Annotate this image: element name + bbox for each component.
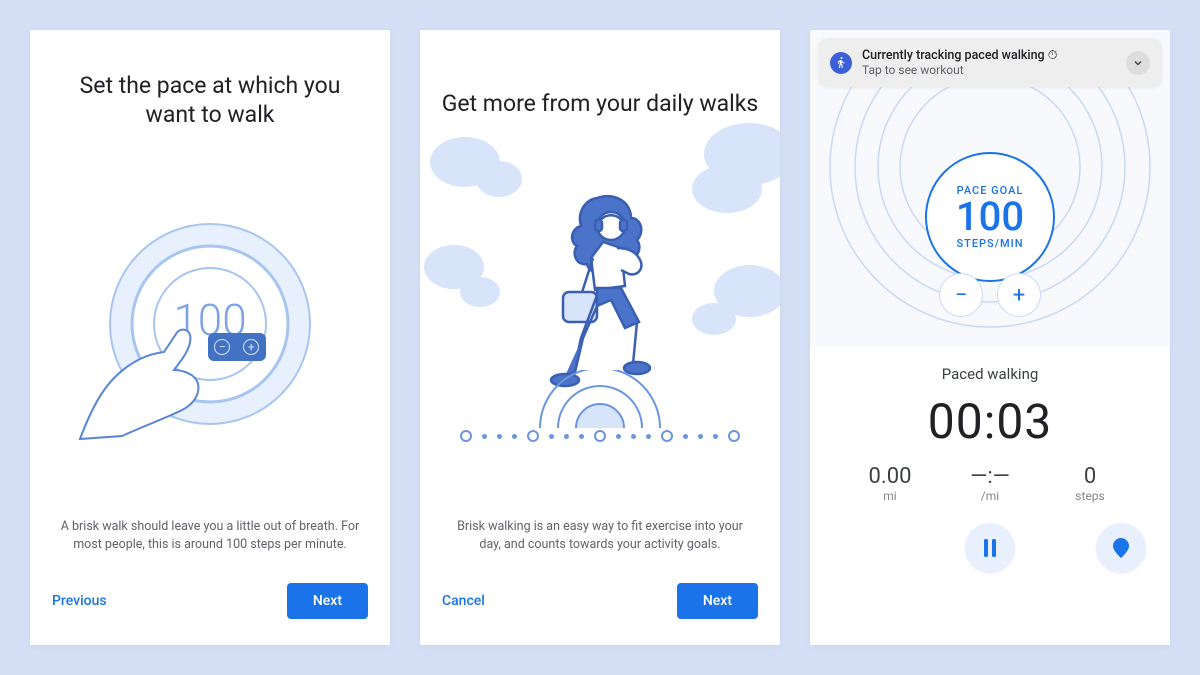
pause-icon [982, 539, 998, 557]
notification-subtitle: Tap to see workout [862, 63, 1116, 77]
stat-steps: 0 steps [1040, 464, 1140, 503]
previous-button[interactable]: Previous [52, 593, 107, 609]
screen-title: Get more from your daily walks [420, 30, 780, 117]
pace-goal-rings: PACE GOAL 100 STEPS/MIN − + [810, 87, 1170, 347]
pause-button[interactable] [965, 523, 1015, 573]
walk-icon [830, 52, 852, 74]
elapsed-time: 00:03 [830, 393, 1150, 450]
onboarding-intro-screen: Get more from your daily walks [420, 30, 780, 645]
screen-title: Set the pace at which you want to walk [30, 30, 390, 130]
workout-tracking-screen: Currently tracking paced walking ⏱ Tap t… [810, 30, 1170, 645]
tracking-notification[interactable]: Currently tracking paced walking ⏱ Tap t… [818, 38, 1162, 87]
pace-label-bottom: STEPS/MIN [956, 237, 1023, 250]
pace-goal-core: PACE GOAL 100 STEPS/MIN [925, 152, 1055, 282]
notification-title: Currently tracking paced walking ⏱ [862, 48, 1116, 63]
workout-stats-panel: Paced walking 00:03 0.00 mi —:— /mi 0 st… [810, 347, 1170, 645]
stat-distance: 0.00 mi [840, 464, 940, 503]
next-button[interactable]: Next [677, 583, 758, 619]
pace-dial-illustration: 100 − + [30, 130, 390, 519]
decrease-pace-button[interactable]: − [939, 273, 983, 317]
onboarding-pace-screen: Set the pace at which you want to walk 1… [30, 30, 390, 645]
pace-value: 100 [956, 197, 1024, 237]
chevron-down-icon[interactable] [1126, 51, 1150, 75]
activity-name: Paced walking [830, 365, 1150, 383]
ground-arc [530, 370, 670, 430]
cancel-button[interactable]: Cancel [442, 593, 485, 609]
screen-description: A brisk walk should leave you a little o… [30, 518, 390, 583]
next-button[interactable]: Next [287, 583, 368, 619]
screen-description: Brisk walking is an easy way to fit exer… [420, 518, 780, 583]
walking-illustration [420, 117, 780, 518]
stat-pace: —:— /mi [940, 464, 1040, 503]
location-button[interactable] [1096, 523, 1146, 573]
increase-pace-button[interactable]: + [997, 273, 1041, 317]
progress-dots [460, 430, 740, 442]
walker-icon [525, 188, 675, 398]
plus-icon: + [243, 339, 259, 355]
location-pin-icon [1113, 538, 1129, 558]
hand-illustration [70, 304, 230, 444]
